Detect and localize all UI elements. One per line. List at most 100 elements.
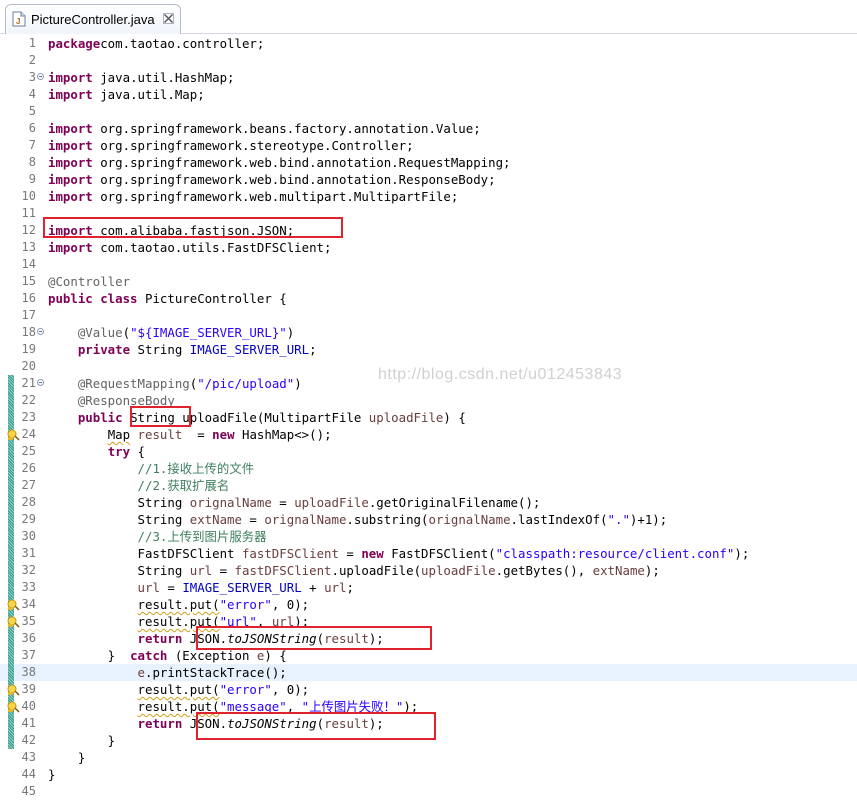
fold-toggle-icon[interactable] <box>37 73 44 80</box>
code-line[interactable]: 7 import org.springframework.stereotype.C… <box>0 137 857 154</box>
line-number: 29 <box>21 512 36 526</box>
code-text: public class PictureController { <box>48 291 287 306</box>
code-text: try { <box>107 444 145 459</box>
code-line[interactable]: 31 FastDFSClient fastDFSClient = new Fas… <box>0 545 857 562</box>
code-text: import com.taotao.utils.FastDFSClient; <box>48 240 332 255</box>
code-text: url = IMAGE_SERVER_URL + url; <box>137 580 354 595</box>
line-number: 32 <box>21 563 36 577</box>
line-number: 28 <box>21 495 36 509</box>
line-number: 18 <box>21 325 36 339</box>
code-text: import java.util.Map; <box>48 87 205 102</box>
code-text: import java.util.HashMap; <box>48 70 235 85</box>
code-line[interactable]: 17 <box>0 307 857 324</box>
code-line[interactable]: 25 try { <box>0 443 857 460</box>
svg-text:J: J <box>16 17 20 26</box>
code-text: String orignalName = uploadFile.getOrigi… <box>48 495 541 510</box>
line-number: 26 <box>21 461 36 475</box>
line-number: 36 <box>21 631 36 645</box>
code-line[interactable]: 27 //2.获取扩展名 <box>0 477 857 494</box>
line-number: 14 <box>21 257 36 271</box>
code-line[interactable]: 23 public String uploadFile(MultipartFil… <box>0 409 857 426</box>
code-line[interactable]: 10 import org.springframework.web.multipa… <box>0 188 857 205</box>
code-text: String extName = orignalName.substring(o… <box>48 512 668 527</box>
code-line[interactable]: 34 result.put("error", 0); <box>0 596 857 613</box>
code-text: //1.接收上传的文件 <box>137 461 255 476</box>
code-line[interactable]: 44} <box>0 766 857 783</box>
highlight-box-return-json-1 <box>196 626 432 650</box>
code-line[interactable]: 24 Map result = new HashMap<>(); <box>0 426 857 443</box>
line-number: 35 <box>21 614 36 628</box>
code-text: Map result = new HashMap<>(); <box>107 427 332 442</box>
line-number: 40 <box>21 699 36 713</box>
line-number: 39 <box>21 682 36 696</box>
code-line[interactable]: 19 private String IMAGE_SERVER_URL; <box>0 341 857 358</box>
line-number: 21 <box>21 376 36 390</box>
line-number: 8 <box>28 155 36 169</box>
code-line[interactable]: 3 import java.util.HashMap; <box>0 69 857 86</box>
line-number: 13 <box>21 240 36 254</box>
code-line[interactable]: 8 import org.springframework.web.bind.ann… <box>0 154 857 171</box>
code-text: result.put("error", 0); <box>137 682 310 697</box>
line-number: 22 <box>21 393 36 407</box>
line-number: 16 <box>21 291 36 305</box>
code-line[interactable]: 30 //3.上传到图片服务器 <box>0 528 857 545</box>
line-number: 6 <box>28 121 36 135</box>
code-line[interactable]: 26 //1.接收上传的文件 <box>0 460 857 477</box>
code-text: } <box>48 733 116 748</box>
watermark: http://blog.csdn.net/u012453843 <box>378 366 623 383</box>
code-text: result.put("error", 0); <box>137 597 310 612</box>
close-icon[interactable] <box>163 13 174 24</box>
code-line[interactable]: 38 e.printStackTrace(); <box>0 664 857 681</box>
line-number: 30 <box>21 529 36 543</box>
code-line[interactable]: 4 import java.util.Map; <box>0 86 857 103</box>
line-number: 11 <box>21 206 36 220</box>
code-text: String url = fastDFSClient.uploadFile(up… <box>48 563 660 578</box>
line-number: 43 <box>21 750 36 764</box>
line-number: 38 <box>21 665 36 679</box>
line-number: 45 <box>21 784 36 798</box>
line-number: 23 <box>21 410 36 424</box>
code-line[interactable]: 28 String orignalName = uploadFile.getOr… <box>0 494 857 511</box>
code-text: public String uploadFile(MultipartFile u… <box>77 410 466 425</box>
line-number: 41 <box>21 716 36 730</box>
code-line[interactable]: 6 import org.springframework.beans.factor… <box>0 120 857 137</box>
tab-picturecontroller[interactable]: J PictureController.java <box>5 4 181 34</box>
code-text: private String IMAGE_SERVER_URL; <box>77 342 317 357</box>
code-line[interactable]: 43 } <box>0 749 857 766</box>
code-text: FastDFSClient fastDFSClient = new FastDF… <box>48 546 750 561</box>
code-text: @Controller <box>48 274 131 289</box>
line-number: 25 <box>21 444 36 458</box>
code-text: //2.获取扩展名 <box>137 478 230 493</box>
code-line[interactable]: 16 public class PictureController { <box>0 290 857 307</box>
code-line[interactable]: 2 <box>0 52 857 69</box>
code-line[interactable]: 14 <box>0 256 857 273</box>
line-number: 1 <box>28 36 36 50</box>
code-line[interactable]: 13 import com.taotao.utils.FastDFSClient; <box>0 239 857 256</box>
fold-toggle-icon[interactable] <box>37 328 44 335</box>
code-line[interactable]: 15 @Controller <box>0 273 857 290</box>
code-line[interactable]: 1 packagecom.taotao.controller; <box>0 35 857 52</box>
code-text: //3.上传到图片服务器 <box>137 529 267 544</box>
line-number: 20 <box>21 359 36 373</box>
line-number: 34 <box>21 597 36 611</box>
code-line[interactable]: 29 String extName = orignalName.substrin… <box>0 511 857 528</box>
line-number: 9 <box>28 172 36 186</box>
java-file-icon: J <box>12 11 26 27</box>
fold-toggle-icon[interactable] <box>37 379 44 386</box>
tab-title: PictureController.java <box>31 12 155 27</box>
code-line[interactable]: 32 String url = fastDFSClient.uploadFile… <box>0 562 857 579</box>
code-line[interactable]: 45 <box>0 783 857 800</box>
code-line[interactable]: 22 @ResponseBody <box>0 392 857 409</box>
code-text: } <box>48 767 56 782</box>
line-number: 2 <box>28 53 36 67</box>
code-line[interactable]: 39 result.put("error", 0); <box>0 681 857 698</box>
code-line[interactable]: 5 <box>0 103 857 120</box>
code-line[interactable]: 33 url = IMAGE_SERVER_URL + url; <box>0 579 857 596</box>
line-number: 42 <box>21 733 36 747</box>
code-text: e.printStackTrace(); <box>137 665 287 680</box>
code-text: import org.springframework.beans.factory… <box>48 121 481 136</box>
code-line[interactable]: 18 @Value("${IMAGE_SERVER_URL}") <box>0 324 857 341</box>
line-number: 7 <box>28 138 36 152</box>
code-line[interactable]: 9 import org.springframework.web.bind.ann… <box>0 171 857 188</box>
code-editor[interactable]: 1 packagecom.taotao.controller; 2 3 import j… <box>0 34 857 799</box>
